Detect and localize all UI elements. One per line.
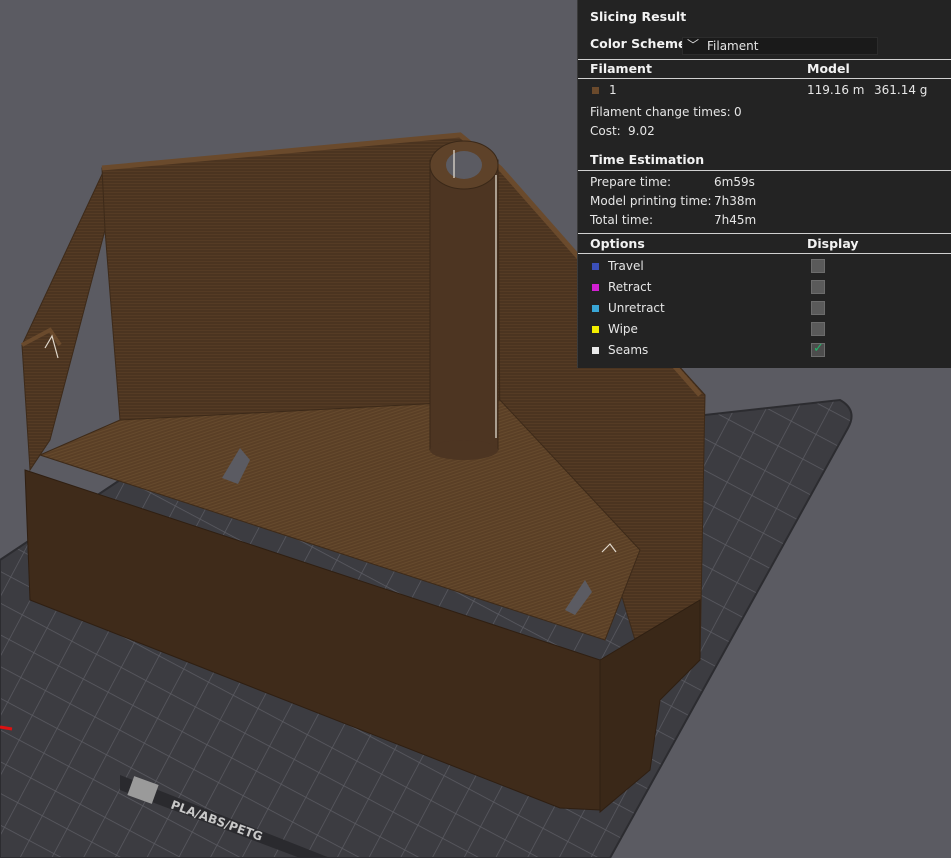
color-scheme-dropdown[interactable]: ﹀ Filament	[682, 37, 878, 55]
filament-length: 119.16 m	[807, 83, 865, 97]
option-label: Travel	[608, 259, 644, 273]
unretract-display-checkbox[interactable]	[811, 301, 825, 315]
filament-change-label: Filament change times:	[590, 105, 731, 119]
checkmark-icon: ✓	[813, 341, 824, 356]
wipe-display-checkbox[interactable]	[811, 322, 825, 336]
seams-color-swatch	[592, 347, 599, 354]
prepare-time-value: 6m59s	[714, 175, 755, 189]
total-time-value: 7h45m	[714, 213, 757, 227]
time-estimation-header: Time Estimation	[590, 152, 705, 167]
separator	[578, 59, 951, 60]
model-time-value: 7h38m	[714, 194, 757, 208]
separator	[578, 170, 951, 171]
option-label: Retract	[608, 280, 652, 294]
filament-weight: 361.14 g	[874, 83, 928, 97]
panel-title: Slicing Result	[590, 9, 687, 24]
model-header: Model	[807, 61, 850, 76]
filament-color-swatch	[592, 87, 599, 94]
option-label: Seams	[608, 343, 649, 357]
filament-header: Filament	[590, 61, 652, 76]
separator	[578, 78, 951, 79]
color-scheme-value: Filament	[707, 39, 759, 53]
retract-display-checkbox[interactable]	[811, 280, 825, 294]
seams-display-checkbox[interactable]: ✓	[811, 341, 825, 357]
unretract-color-swatch	[592, 305, 599, 312]
display-header: Display	[807, 236, 859, 251]
option-label: Wipe	[608, 322, 638, 336]
total-time-label: Total time:	[590, 213, 653, 227]
options-header: Options	[590, 236, 645, 251]
origin-axis-icon	[0, 725, 13, 731]
cost-value: 9.02	[628, 124, 655, 138]
separator	[578, 233, 951, 234]
option-label: Unretract	[608, 301, 665, 315]
cost-label: Cost:	[590, 124, 621, 138]
filament-change-value: 0	[734, 105, 742, 119]
travel-display-checkbox[interactable]	[811, 259, 825, 273]
travel-color-swatch	[592, 263, 599, 270]
chevron-down-icon: ﹀	[687, 38, 700, 52]
filament-index: 1	[609, 83, 617, 97]
slicing-result-panel: Slicing Result Color Scheme ﹀ Filament F…	[577, 0, 951, 368]
prepare-time-label: Prepare time:	[590, 175, 672, 189]
retract-color-swatch	[592, 284, 599, 291]
color-scheme-label: Color Scheme	[590, 36, 687, 51]
wipe-color-swatch	[592, 326, 599, 333]
model-time-label: Model printing time:	[590, 194, 712, 208]
separator	[578, 253, 951, 254]
